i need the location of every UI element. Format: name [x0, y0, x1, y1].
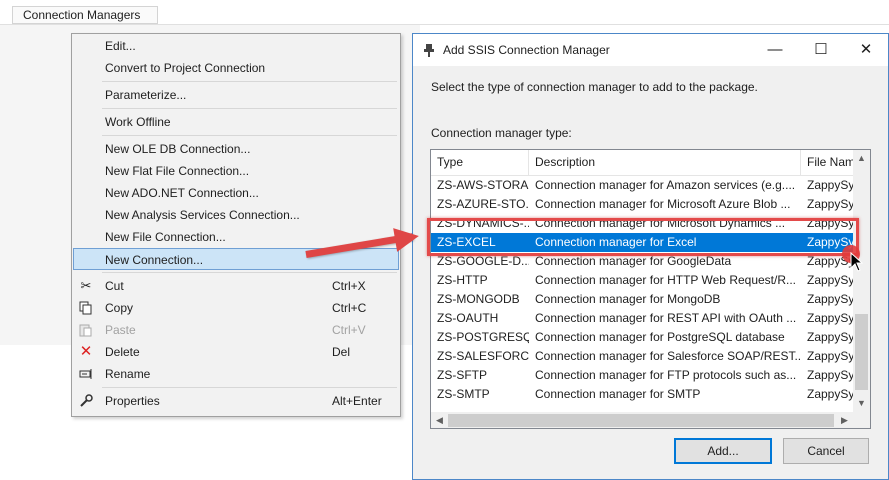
menu-item-parameterize[interactable]: Parameterize... — [73, 84, 399, 106]
list-item[interactable]: ZS-SMTP Connection manager for SMTP Zapp… — [431, 385, 853, 404]
dialog-title: Add SSIS Connection Manager — [443, 43, 610, 57]
list-item[interactable]: ZS-POSTGRESQL Connection manager for Pos… — [431, 328, 853, 347]
dialog-description: Select the type of connection manager to… — [431, 80, 758, 94]
annotation-arrow-head-icon — [393, 224, 421, 252]
menu-item-rename[interactable]: Rename — [73, 363, 399, 385]
menu-item-convert-to-project-connection[interactable]: Convert to Project Connection — [73, 57, 399, 79]
menu-item-paste[interactable]: Paste Ctrl+V — [73, 319, 399, 341]
context-menu: Edit... Convert to Project Connection Pa… — [71, 33, 401, 417]
scroll-right-icon[interactable]: ▶ — [836, 412, 853, 428]
menu-item-new-connection[interactable]: New Connection... — [73, 248, 399, 270]
connection-type-list[interactable]: Type Description File Nam ZS-AWS-STORA..… — [430, 149, 871, 429]
dialog-title-bar[interactable]: Add SSIS Connection Manager — ☐ ✕ — [413, 34, 888, 66]
connection-managers-tab[interactable]: Connection Managers — [12, 6, 158, 24]
maximize-button[interactable]: ☐ — [798, 34, 844, 66]
menu-item-new-ado-net-connection[interactable]: New ADO.NET Connection... — [73, 182, 399, 204]
scroll-up-icon[interactable]: ▲ — [853, 150, 870, 167]
scroll-down-icon[interactable]: ▼ — [853, 395, 870, 412]
menu-item-properties[interactable]: Properties Alt+Enter — [73, 390, 399, 412]
menu-separator — [102, 108, 397, 109]
connection-plug-icon — [423, 43, 435, 60]
scroll-left-icon[interactable]: ◀ — [431, 412, 448, 428]
add-button[interactable]: Add... — [674, 438, 772, 464]
mouse-cursor-icon — [850, 252, 864, 272]
list-header: Type Description File Nam — [431, 150, 870, 176]
menu-separator — [102, 272, 397, 273]
menu-item-delete[interactable]: ✕ Delete Del — [73, 341, 399, 363]
menu-separator — [102, 81, 397, 82]
list-item[interactable]: ZS-AZURE-STO... Connection manager for M… — [431, 195, 853, 214]
column-header-file-name[interactable]: File Nam — [801, 150, 853, 175]
menu-item-new-analysis-services-connection[interactable]: New Analysis Services Connection... — [73, 204, 399, 226]
copy-icon — [79, 301, 93, 315]
menu-item-new-ole-db-connection[interactable]: New OLE DB Connection... — [73, 138, 399, 160]
menu-item-new-flat-file-connection[interactable]: New Flat File Connection... — [73, 160, 399, 182]
highlight-annotation-box — [427, 218, 859, 256]
list-item[interactable]: ZS-MONGODB Connection manager for MongoD… — [431, 290, 853, 309]
scissors-icon: ✂ — [80, 278, 92, 293]
column-header-description[interactable]: Description — [529, 150, 801, 175]
scrollbar-corner — [853, 412, 870, 428]
connection-type-label: Connection manager type: — [431, 126, 572, 140]
menu-item-edit[interactable]: Edit... — [73, 35, 399, 57]
list-item[interactable]: ZS-AWS-STORA... Connection manager for A… — [431, 176, 853, 195]
close-button[interactable]: ✕ — [843, 34, 889, 66]
list-item[interactable]: ZS-SALESFORCE Connection manager for Sal… — [431, 347, 853, 366]
menu-item-cut[interactable]: ✂ Cut Ctrl+X — [73, 275, 399, 297]
minimize-button[interactable]: — — [752, 34, 798, 66]
column-header-type[interactable]: Type — [431, 150, 529, 175]
list-item[interactable]: ZS-SFTP Connection manager for FTP proto… — [431, 366, 853, 385]
delete-icon: ✕ — [79, 343, 93, 360]
menu-item-work-offline[interactable]: Work Offline — [73, 111, 399, 133]
wrench-icon — [79, 394, 93, 408]
menu-item-copy[interactable]: Copy Ctrl+C — [73, 297, 399, 319]
vertical-scrollbar[interactable]: ▲ ▼ — [853, 150, 870, 412]
add-connection-manager-dialog: Add SSIS Connection Manager — ☐ ✕ Select… — [412, 33, 889, 480]
horizontal-scroll-thumb[interactable] — [448, 414, 834, 427]
list-item[interactable]: ZS-OAUTH Connection manager for REST API… — [431, 309, 853, 328]
vertical-scroll-thumb[interactable] — [855, 314, 868, 390]
cancel-button[interactable]: Cancel — [783, 438, 869, 464]
paste-icon — [79, 323, 93, 337]
rename-icon — [79, 367, 93, 381]
menu-separator — [102, 387, 397, 388]
list-item[interactable]: ZS-HTTP Connection manager for HTTP Web … — [431, 271, 853, 290]
horizontal-scrollbar[interactable]: ◀ ▶ — [431, 412, 853, 428]
menu-separator — [102, 135, 397, 136]
